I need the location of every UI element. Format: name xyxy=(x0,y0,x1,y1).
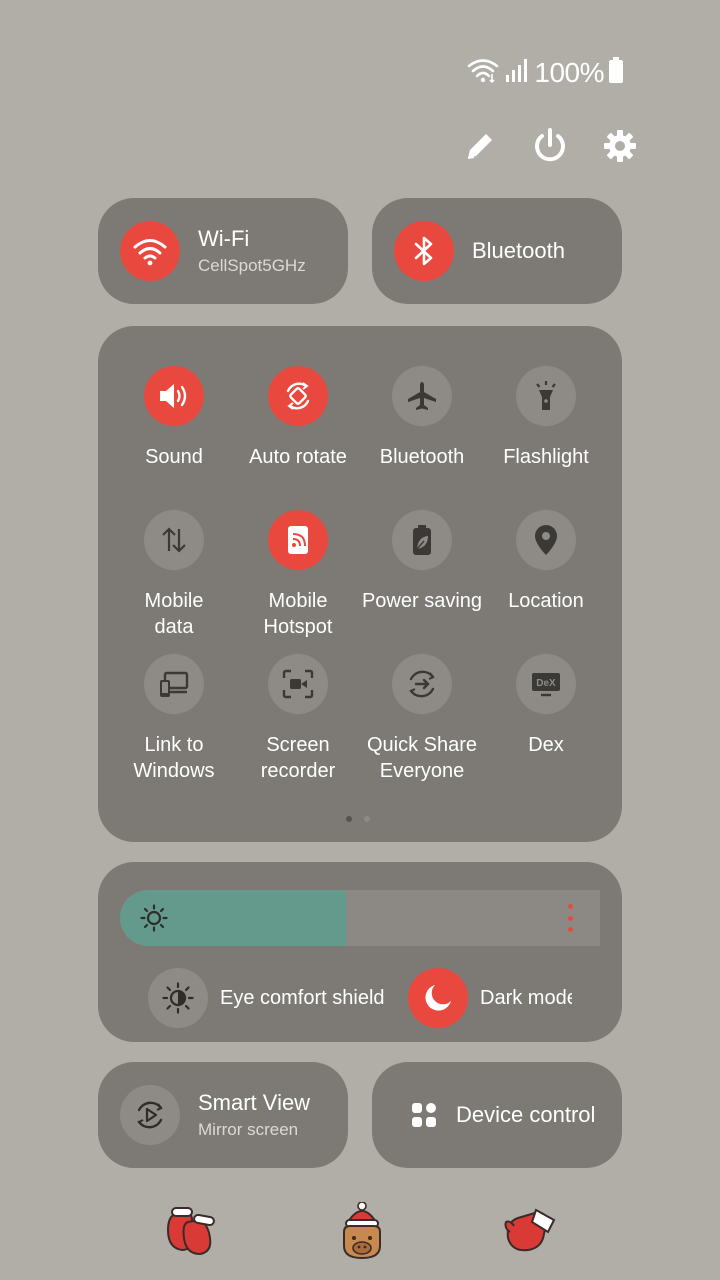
dark-mode-toggle[interactable]: Dark mode xyxy=(408,968,572,1028)
bluetooth-title: Bluetooth xyxy=(472,238,565,263)
dark-mode-label: Dark mode xyxy=(480,986,572,1009)
dex-icon: DeX xyxy=(516,654,576,714)
hotspot-icon xyxy=(268,510,328,570)
brightness-sun-icon xyxy=(140,904,168,932)
qs-mobile-data-label: Mobile data xyxy=(112,588,236,640)
qs-quick-share[interactable]: Quick Share Everyone xyxy=(360,654,484,784)
brightness-slider[interactable] xyxy=(120,890,600,946)
edit-icon[interactable] xyxy=(456,122,504,170)
brightness-panel: Eye comfort shield Dark mode xyxy=(98,862,622,1042)
link-windows-icon xyxy=(144,654,204,714)
capybara-santa-icon xyxy=(334,1201,390,1260)
settings-icon[interactable] xyxy=(596,122,644,170)
rotate-icon xyxy=(268,366,328,426)
svg-text:DeX: DeX xyxy=(536,678,556,689)
mitten-icon xyxy=(502,1202,558,1260)
wifi-title: Wi-Fi xyxy=(198,226,250,251)
more-options-icon[interactable] xyxy=(560,904,580,932)
qs-dex-label: Dex xyxy=(528,734,564,756)
smart-view-tile[interactable]: Smart View Mirror screen xyxy=(98,1062,348,1168)
status-bar: 100% xyxy=(466,56,624,89)
moon-icon xyxy=(408,968,468,1028)
qs-quick-share-line: Quick Share Everyone xyxy=(366,734,478,782)
qs-sound[interactable]: Sound xyxy=(112,366,236,470)
battery-percent: 100% xyxy=(534,56,604,88)
qs-power-saving[interactable]: Power saving xyxy=(360,510,484,614)
location-pin-icon xyxy=(516,510,576,570)
signal-icon xyxy=(504,57,530,88)
qs-sound-label: Sound xyxy=(145,446,203,468)
speaker-icon xyxy=(144,366,204,426)
qs-link-to-windows-line: Link to Windows xyxy=(133,734,215,782)
qs-screen-recorder-label: Screen recorder xyxy=(236,732,360,784)
qs-link-to-windows-label: Link to Windows xyxy=(112,732,236,784)
smart-view-icon xyxy=(120,1085,180,1145)
data-arrows-icon xyxy=(144,510,204,570)
wifi-status-icon xyxy=(466,56,500,89)
qs-mobile-hotspot[interactable]: Mobile Hotspot xyxy=(236,510,360,640)
bluetooth-icon xyxy=(394,221,454,281)
device-control-icon xyxy=(410,1101,438,1129)
page-dot-active xyxy=(346,816,352,822)
qs-screen-recorder-line: Screen recorder xyxy=(260,734,336,782)
mitten-pair-icon xyxy=(162,1202,218,1260)
wifi-network-name: CellSpot5GHz xyxy=(198,256,306,275)
airplane-icon xyxy=(392,366,452,426)
qs-auto-rotate[interactable]: Auto rotate xyxy=(236,366,360,470)
qs-flashlight[interactable]: Flashlight xyxy=(484,366,608,470)
screen-recorder-icon xyxy=(268,654,328,714)
qs-mobile-hotspot-line: Mobile Hotspot xyxy=(263,590,333,638)
qs-airplane[interactable]: Bluetooth xyxy=(360,366,484,470)
device-control-title: Device control xyxy=(456,1102,596,1127)
eye-comfort-label: Eye comfort shield xyxy=(220,986,385,1009)
power-icon[interactable] xyxy=(526,122,574,170)
qs-auto-rotate-label: Auto rotate xyxy=(249,446,347,468)
qs-power-saving-label: Power saving xyxy=(361,590,483,612)
quick-settings-panel: Sound Auto rotate Bluetooth Flashlight M… xyxy=(98,326,622,842)
qs-location-label: Location xyxy=(508,590,584,612)
wifi-tile[interactable]: Wi-Fi CellSpot5GHz xyxy=(98,198,348,304)
qs-quick-share-label: Quick Share Everyone xyxy=(360,732,484,784)
smart-view-title: Smart View xyxy=(198,1090,311,1115)
smart-view-subtitle: Mirror screen xyxy=(198,1120,299,1139)
device-control-tile[interactable]: Device control xyxy=(372,1062,622,1168)
wifi-icon xyxy=(120,221,180,281)
qs-flashlight-label: Flashlight xyxy=(503,446,589,468)
top-actions xyxy=(456,122,644,170)
page-indicator xyxy=(346,816,370,822)
qs-mobile-hotspot-label: Mobile Hotspot xyxy=(236,588,360,640)
flashlight-icon xyxy=(516,366,576,426)
qs-location[interactable]: Location xyxy=(484,510,608,614)
eye-comfort-toggle[interactable]: Eye comfort shield xyxy=(148,968,385,1028)
qs-link-to-windows[interactable]: Link to Windows xyxy=(112,654,236,784)
bluetooth-tile[interactable]: Bluetooth xyxy=(372,198,622,304)
battery-leaf-icon xyxy=(392,510,452,570)
battery-icon xyxy=(608,56,624,89)
qs-screen-recorder[interactable]: Screen recorder xyxy=(236,654,360,784)
qs-mobile-data-line: Mobile data xyxy=(144,590,204,638)
page-dot xyxy=(364,816,370,822)
qs-mobile-data[interactable]: Mobile data xyxy=(112,510,236,640)
eye-comfort-icon xyxy=(148,968,208,1028)
quick-share-icon xyxy=(392,654,452,714)
qs-airplane-label: Bluetooth xyxy=(379,446,465,468)
qs-dex[interactable]: DeX Dex xyxy=(484,654,608,758)
